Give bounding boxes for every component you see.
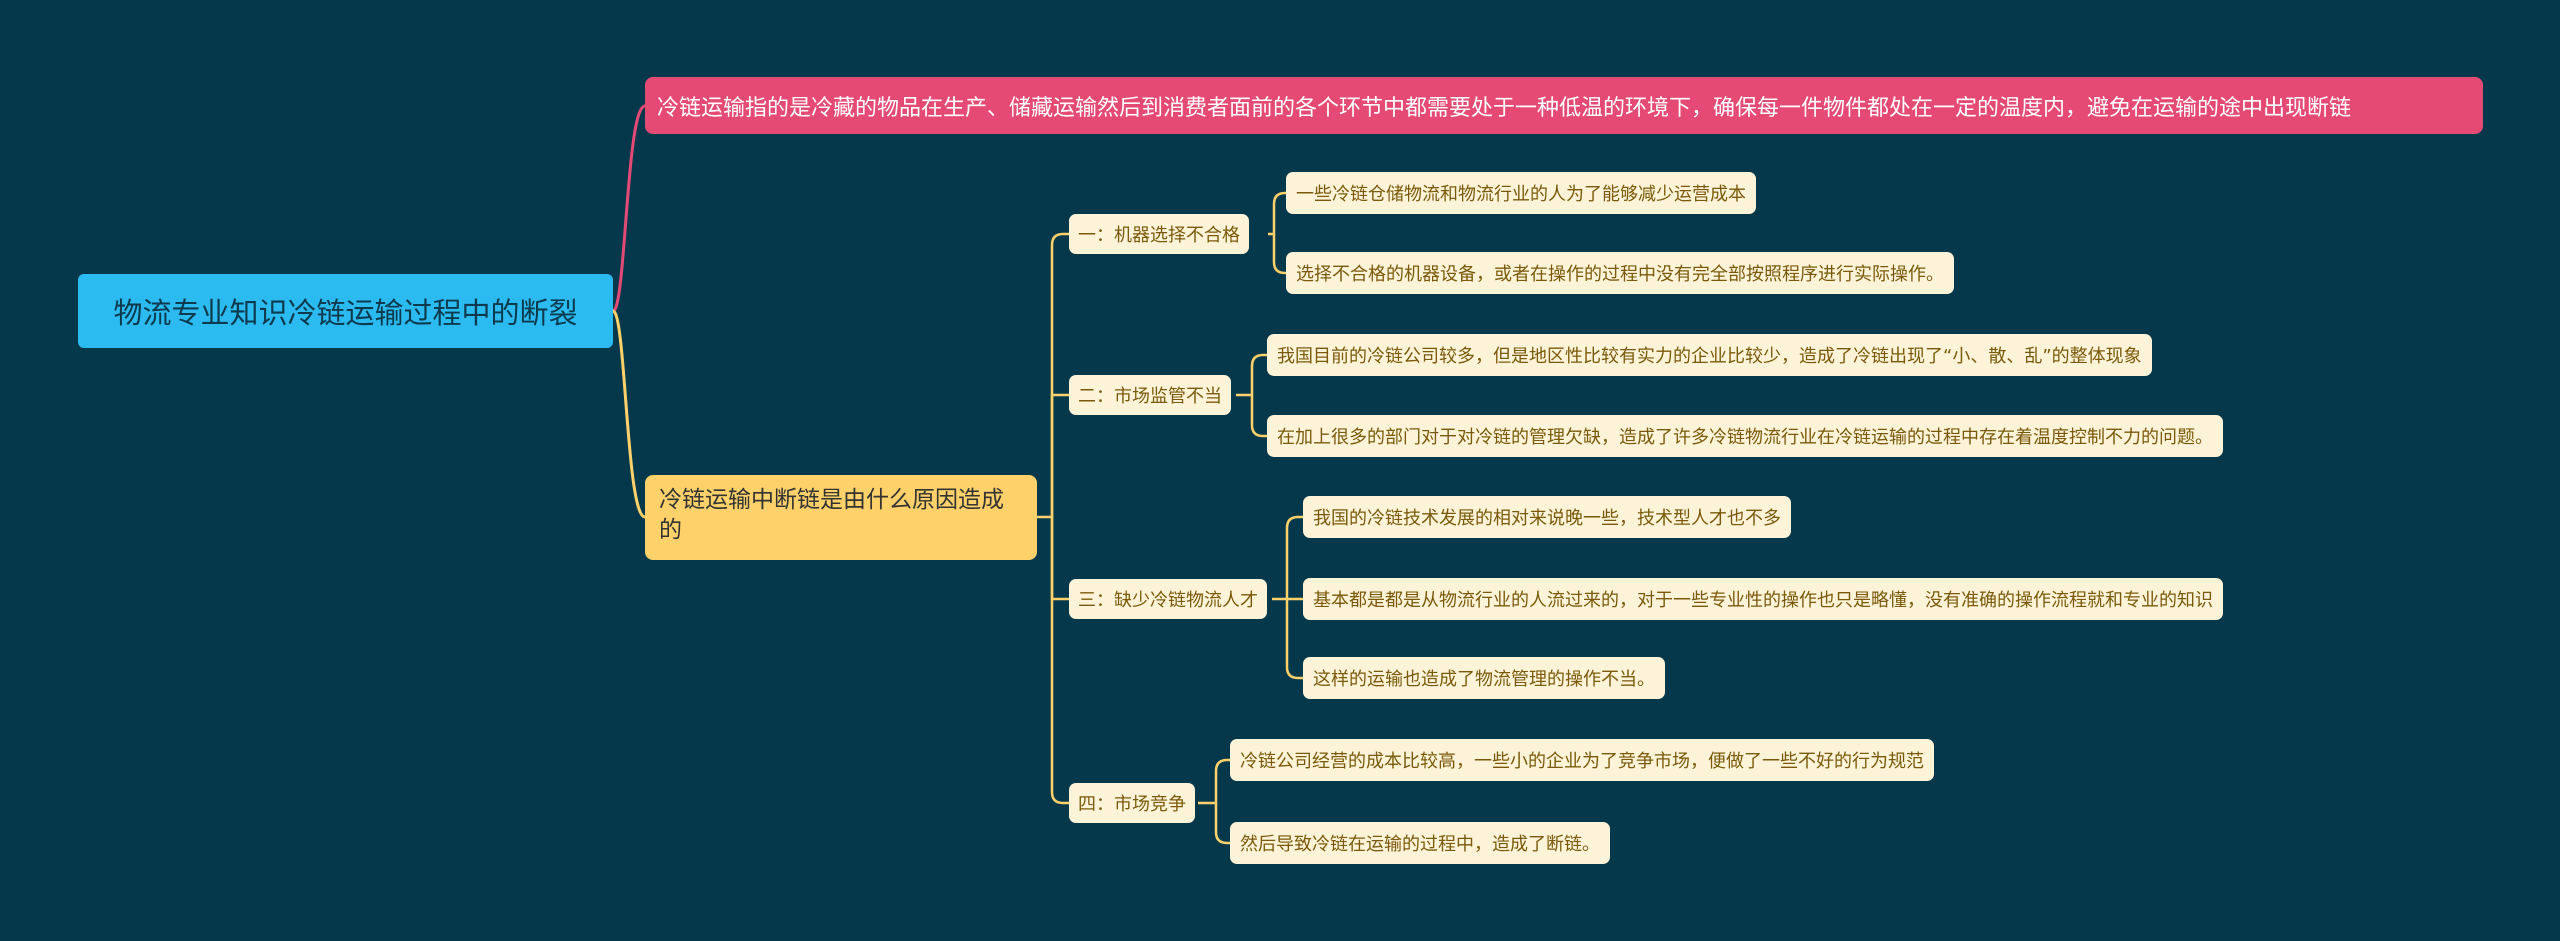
link-causes-branch-2 [1050, 393, 1069, 517]
branch-market-competition[interactable]: 四：市场竞争 [1069, 783, 1195, 823]
link-causes-branch-3 [1050, 517, 1069, 601]
leaf-item[interactable]: 一些冷链仓储物流和物流行业的人为了能够减少运营成本 [1286, 172, 1756, 214]
leaf-item[interactable]: 选择不合格的机器设备，或者在操作的过程中没有完全部按照程序进行实际操作。 [1286, 252, 1954, 294]
branch-talent-shortage[interactable]: 三：缺少冷链物流人才 [1069, 579, 1267, 619]
connector-lines [611, 104, 1303, 845]
link-branch-2-leaf-2 [1250, 395, 1267, 438]
link-causes-branch-4 [1050, 517, 1069, 805]
leaf-item[interactable]: 我国目前的冷链公司较多，但是地区性比较有实力的企业比较少，造成了冷链出现了“小、… [1267, 334, 2152, 376]
leaf-item[interactable]: 我国的冷链技术发展的相对来说晚一些，技术型人才也不多 [1303, 496, 1791, 538]
leaf-item[interactable]: 这样的运输也造成了物流管理的操作不当。 [1303, 657, 1665, 699]
leaf-item[interactable]: 在加上很多的部门对于对冷链的管理欠缺，造成了许多冷链物流行业在冷链运输的过程中存… [1267, 415, 2223, 457]
link-branch-3-leaf-1 [1272, 515, 1303, 601]
link-root-causes [611, 309, 646, 519]
branch-machine-selection[interactable]: 一：机器选择不合格 [1069, 214, 1249, 254]
leaf-item[interactable]: 基本都是都是从物流行业的人流过来的，对于一些专业性的操作也只是略懂，没有准确的操… [1303, 578, 2223, 620]
root-topic[interactable]: 物流专业知识冷链运输过程中的断裂 [78, 274, 613, 348]
link-branch-4-leaf-1 [1198, 758, 1230, 805]
link-root-definition [611, 104, 646, 313]
link-branch-1-leaf-1 [1268, 191, 1286, 236]
mindmap-canvas: 物流专业知识冷链运输过程中的断裂 冷链运输指的是冷藏的物品在生产、储藏运输然后到… [0, 0, 2560, 941]
topic-causes[interactable]: 冷链运输中断链是由什么原因造成的 [645, 475, 1037, 560]
leaf-item[interactable]: 冷链公司经营的成本比较高，一些小的企业为了竞争市场，便做了一些不好的行为规范 [1230, 739, 1934, 781]
topic-definition[interactable]: 冷链运输指的是冷藏的物品在生产、储藏运输然后到消费者面前的各个环节中都需要处于一… [645, 77, 2483, 134]
link-branch-2-leaf-1 [1236, 353, 1267, 397]
link-branch-1-leaf-2 [1272, 234, 1286, 275]
leaf-item[interactable]: 然后导致冷链在运输的过程中，造成了断链。 [1230, 822, 1610, 864]
link-branch-4-leaf-2 [1214, 803, 1230, 845]
link-branch-3-leaf-3 [1285, 599, 1303, 680]
branch-market-supervision[interactable]: 二：市场监管不当 [1069, 375, 1231, 415]
